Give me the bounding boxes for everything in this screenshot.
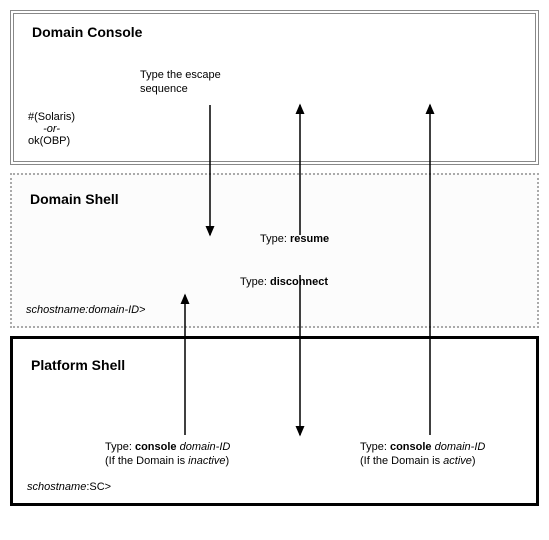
- prompt-tail: >: [139, 304, 145, 316]
- prompt-line: ok(OBP): [28, 135, 75, 147]
- label-disconnect: Type: disconnect: [240, 275, 328, 289]
- title-domain-console: Domain Console: [32, 24, 517, 40]
- label-text: (If the Domain is: [360, 455, 443, 467]
- label-cmd: disconnect: [270, 276, 328, 288]
- label-cmd: console: [135, 441, 180, 453]
- label-text: ): [225, 455, 229, 467]
- label-text: Type:: [240, 276, 270, 288]
- label-text: ): [472, 455, 476, 467]
- prompt-tail: :SC>: [86, 481, 111, 493]
- label-cmd: resume: [290, 233, 329, 245]
- prompt-host: schostname: [27, 481, 86, 493]
- box-platform-shell: Platform Shell schostname:SC>: [10, 336, 539, 506]
- prompt-host: schostname:domain-ID: [26, 304, 139, 316]
- prompt-domain-shell: schostname:domain-ID>: [26, 304, 146, 316]
- title-domain-shell: Domain Shell: [30, 191, 519, 207]
- label-state: active: [443, 455, 472, 467]
- label-text: Type:: [105, 441, 135, 453]
- label-text: Type:: [360, 441, 390, 453]
- label-text: (If the Domain is: [105, 455, 188, 467]
- label-console-inactive: Type: console domain-ID (If the Domain i…: [105, 440, 265, 469]
- label-arg: domain-ID: [435, 441, 486, 453]
- prompt-line: -or-: [28, 123, 75, 135]
- label-text: Type:: [260, 233, 290, 245]
- label-resume: Type: resume: [260, 232, 329, 246]
- diagram-stage: Domain Console #(Solaris) -or- ok(OBP) D…: [10, 10, 539, 506]
- label-cmd: console: [390, 441, 435, 453]
- label-state: inactive: [188, 455, 225, 467]
- label-escape: Type the escape sequence: [140, 68, 260, 97]
- box-domain-console: Domain Console #(Solaris) -or- ok(OBP): [10, 10, 539, 165]
- label-console-active: Type: console domain-ID (If the Domain i…: [360, 440, 520, 469]
- title-platform-shell: Platform Shell: [31, 357, 518, 373]
- prompt-line: #(Solaris): [28, 111, 75, 123]
- prompt-platform-shell: schostname:SC>: [27, 481, 111, 493]
- label-arg: domain-ID: [180, 441, 231, 453]
- label-text: Type the escape sequence: [140, 69, 221, 95]
- box-domain-shell: Domain Shell schostname:domain-ID>: [10, 173, 539, 328]
- prompt-domain-console: #(Solaris) -or- ok(OBP): [28, 111, 75, 147]
